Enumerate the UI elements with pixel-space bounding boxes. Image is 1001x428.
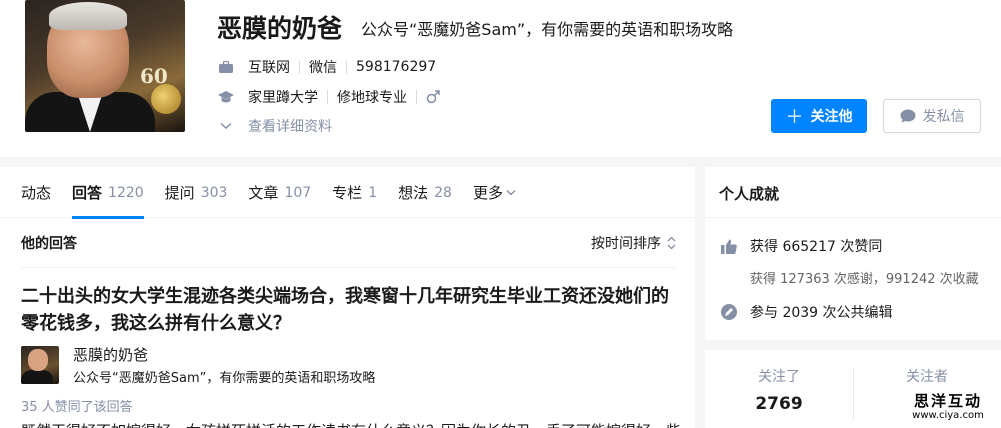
followers-stat[interactable]: 关注者	[853, 366, 1001, 386]
education-school: 家里蹲大学	[248, 90, 318, 106]
answers-list-header: 他的回答 按时间排序	[21, 218, 676, 268]
tab-articles[interactable]: 文章 107	[248, 167, 311, 218]
edits-row: 参与 2039 次公共编辑	[721, 302, 893, 322]
education-major: 修地球专业	[337, 90, 407, 106]
tab-count: 303	[200, 184, 228, 201]
send-message-button[interactable]: 发私信	[883, 99, 981, 133]
answers-list-title: 他的回答	[21, 235, 77, 252]
tab-label: 动态	[21, 184, 52, 202]
separator	[346, 60, 347, 74]
question-title-link[interactable]: 二十出头的女大学生混迹各类尖端场合，我寒窗十几年研究生毕业工资还没她们的零花钱多…	[21, 283, 676, 337]
tab-activities[interactable]: 动态	[21, 167, 51, 218]
watermark-url: www.ciya.com	[912, 410, 984, 421]
followers-label: 关注者	[906, 369, 948, 385]
profile-header: 60 恶膜的奶爸 公众号“恶魔奶爸Sam”，有你需要的英语和职场攻略 互联网 微…	[0, 0, 1001, 157]
author-name-link[interactable]: 恶膜的奶爸	[73, 346, 375, 364]
tab-count: 28	[434, 184, 452, 201]
tab-label: 文章	[248, 184, 279, 202]
answers-panel: 动态 回答 1220 提问 303 文章 107 专栏 1 想法 28 更多 他…	[0, 167, 695, 428]
tab-label: 专栏	[332, 184, 363, 202]
send-message-label: 发私信	[922, 108, 965, 124]
profile-name: 恶膜的奶爸	[217, 14, 343, 43]
approvals-text: 获得 665217 次赞同	[750, 239, 883, 255]
author-avatar[interactable]	[21, 346, 59, 384]
view-details-link[interactable]: 查看详细资料	[218, 116, 332, 136]
following-count: 2769	[755, 394, 803, 414]
pencil-icon	[721, 304, 737, 320]
thumbs-up-icon	[721, 238, 737, 254]
author-headline: 公众号“恶魔奶爸Sam”，有你需要的英语和职场攻略	[73, 371, 376, 386]
separator	[416, 90, 417, 104]
profile-headline: 公众号“恶魔奶爸Sam”，有你需要的英语和职场攻略	[361, 20, 734, 39]
follow-button[interactable]: ＋ 关注他	[771, 99, 867, 133]
sort-dropdown[interactable]: 按时间排序	[591, 233, 676, 253]
following-label: 关注了	[758, 369, 800, 385]
tab-columns[interactable]: 专栏 1	[332, 167, 377, 218]
site-watermark: 思洋互动 www.ciya.com	[896, 392, 1000, 425]
tab-more[interactable]: 更多	[473, 167, 516, 218]
profile-education-row: 家里蹲大学 修地球专业	[218, 87, 440, 107]
tab-label: 回答	[72, 184, 103, 202]
watermark-title: 思洋互动	[913, 392, 982, 410]
vote-count: 35 人赞同了该回答	[21, 400, 133, 415]
sort-arrows-icon	[667, 236, 676, 250]
tab-count: 1220	[108, 184, 144, 201]
male-icon	[426, 90, 440, 104]
thanks-favorites-row: 获得 127363 次感谢，991242 次收藏	[750, 272, 979, 287]
chat-bubble-icon	[900, 109, 916, 123]
briefcase-icon	[218, 59, 234, 75]
work-company: 微信	[309, 60, 337, 76]
tab-label: 想法	[398, 184, 429, 202]
edits-text: 参与 2039 次公共编辑	[750, 305, 893, 321]
avatar-hair	[49, 2, 127, 30]
work-industry: 互联网	[248, 60, 290, 76]
following-stat[interactable]: 关注了 2769	[705, 366, 853, 414]
separator	[299, 60, 300, 74]
approvals-row: 获得 665217 次赞同	[721, 236, 882, 256]
plus-icon: ＋	[785, 107, 804, 127]
sort-label: 按时间排序	[591, 235, 661, 252]
tab-count: 1	[368, 184, 378, 201]
follow-label: 关注他	[810, 108, 853, 124]
profile-work-row: 互联网 微信 598176297	[218, 57, 436, 77]
tab-pins[interactable]: 想法 28	[398, 167, 452, 218]
achievements-card: 个人成就 获得 665217 次赞同 获得 127363 次感谢，991242 …	[705, 167, 1001, 340]
separator	[327, 90, 328, 104]
divider	[705, 217, 1001, 218]
view-details-label: 查看详细资料	[248, 119, 332, 135]
tab-questions[interactable]: 提问 303	[165, 167, 228, 218]
tab-label: 更多	[472, 184, 503, 202]
answer-author: 恶膜的奶爸 公众号“恶魔奶爸Sam”，有你需要的英语和职场攻略	[21, 346, 375, 386]
chevron-down-icon	[218, 118, 234, 134]
avatar-suit	[21, 370, 53, 384]
tab-answers[interactable]: 回答 1220	[72, 167, 144, 219]
graduation-cap-icon	[218, 89, 234, 105]
tab-count: 107	[284, 184, 312, 201]
avatar-face	[28, 349, 48, 371]
work-title: 598176297	[356, 59, 437, 75]
avatar-microphone	[151, 84, 181, 114]
tab-label: 提问	[164, 184, 195, 202]
profile-tabs: 动态 回答 1220 提问 303 文章 107 专栏 1 想法 28 更多	[0, 167, 695, 219]
author-meta: 恶膜的奶爸 公众号“恶魔奶爸Sam”，有你需要的英语和职场攻略	[73, 346, 375, 386]
profile-avatar[interactable]: 60	[25, 0, 185, 132]
answer-excerpt[interactable]: 既然干得好不如嫁得好，女孩拼死拼活的工作读书有什么意义？因为你长的丑，丢了可能嫁…	[21, 420, 681, 428]
chevron-down-icon	[506, 186, 516, 199]
achievements-title: 个人成就	[719, 185, 780, 203]
